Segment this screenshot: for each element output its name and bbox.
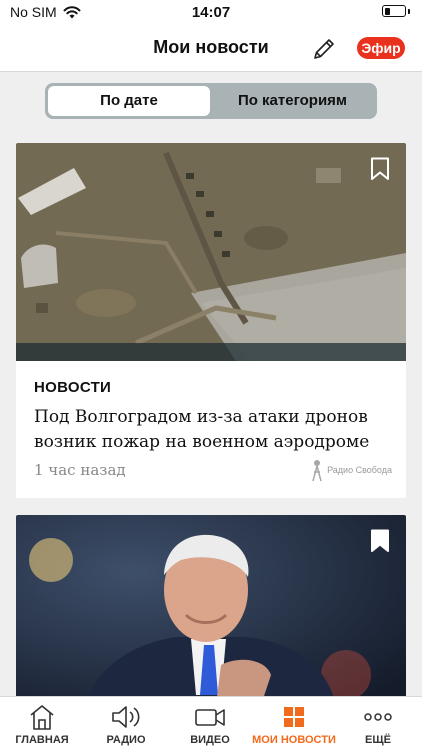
- status-time: 14:07: [191, 4, 231, 21]
- more-dots-icon: [364, 713, 392, 721]
- article-time: 1 час назад: [34, 461, 126, 479]
- article-card[interactable]: [16, 515, 406, 705]
- article-headline[interactable]: Под Волгоградом из-за атаки дронов возни…: [34, 405, 384, 455]
- tab-my-news[interactable]: МОИ НОВОСТИ: [252, 697, 336, 750]
- source-name: Радио Свобода: [327, 465, 392, 475]
- source-logo: Радио Свобода: [310, 458, 392, 482]
- live-button[interactable]: Эфир: [357, 37, 405, 59]
- tab-radio[interactable]: РАДИО: [84, 697, 168, 750]
- bottom-tab-bar: ГЛАВНАЯ РАДИО ВИДЕО МОИ НОВОСТИ ЕЩЁ: [0, 696, 422, 750]
- battery-icon: [382, 5, 406, 17]
- tab-video-label: ВИДЕО: [190, 734, 230, 746]
- sort-segmented-control: По дате По категориям: [45, 83, 377, 119]
- tab-video[interactable]: ВИДЕО: [168, 697, 252, 750]
- radio-svoboda-logo-icon: [312, 460, 322, 482]
- article-card[interactable]: НОВОСТИ Под Волгоградом из-за атаки дрон…: [16, 143, 406, 498]
- bookmark-filled-icon[interactable]: [370, 529, 390, 553]
- speaker-icon: [112, 706, 140, 728]
- grid-icon: [284, 707, 304, 727]
- article-image-airfield[interactable]: [16, 143, 406, 361]
- sort-by-category-tab[interactable]: По категориям: [211, 86, 374, 116]
- bookmark-outline-icon[interactable]: [370, 157, 390, 181]
- tab-more-label: ЕЩЁ: [365, 734, 391, 746]
- tab-more[interactable]: ЕЩЁ: [336, 697, 420, 750]
- tab-home[interactable]: ГЛАВНАЯ: [0, 697, 84, 750]
- video-camera-icon: [195, 709, 225, 726]
- battery-indicator: [382, 5, 410, 17]
- tab-radio-label: РАДИО: [106, 734, 146, 746]
- tab-my-news-label: МОИ НОВОСТИ: [252, 734, 336, 746]
- nav-bar: Мои новости Эфир: [0, 26, 422, 72]
- tab-home-label: ГЛАВНАЯ: [15, 734, 69, 746]
- article-image-portrait[interactable]: [16, 515, 406, 705]
- pencil-icon[interactable]: [309, 34, 339, 64]
- sort-by-date-tab[interactable]: По дате: [48, 86, 210, 116]
- status-bar: No SIM 14:07: [0, 0, 422, 26]
- article-category: НОВОСТИ: [34, 379, 112, 396]
- home-icon: [30, 705, 54, 730]
